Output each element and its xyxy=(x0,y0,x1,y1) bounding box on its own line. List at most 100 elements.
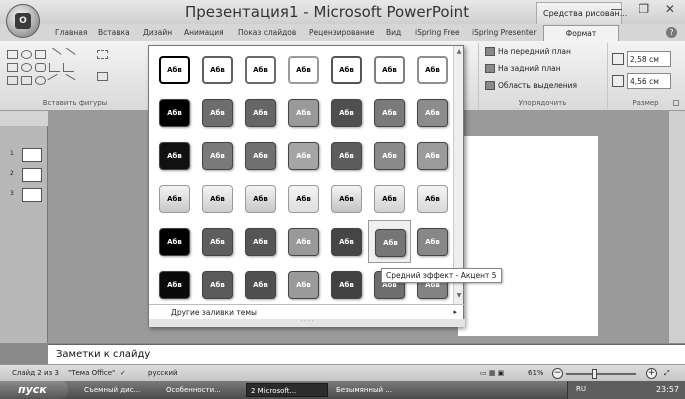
freeform-shape-icon[interactable] xyxy=(61,73,76,88)
vertical-scrollbar[interactable] xyxy=(668,111,685,343)
curve-shape-icon[interactable] xyxy=(47,73,62,88)
selection-pane-button[interactable]: Область выделения xyxy=(485,81,577,90)
style-swatch-cell[interactable]: Абв xyxy=(411,91,454,134)
bring-front-button[interactable]: На передний план xyxy=(485,47,571,56)
circle-shape-icon[interactable] xyxy=(35,76,46,85)
spellcheck-icon[interactable]: ✓ xyxy=(120,369,126,377)
style-swatch-cell[interactable]: Абв xyxy=(282,177,325,220)
taskbar-item[interactable]: Безымянный ... xyxy=(332,383,410,397)
style-swatch-cell[interactable]: Абв xyxy=(282,263,325,306)
style-swatch-cell[interactable]: Абв xyxy=(196,177,239,220)
slide-thumbnail[interactable] xyxy=(22,188,42,202)
size-dialog-launcher-icon[interactable] xyxy=(673,100,679,106)
taskbar-item[interactable]: Особенности... xyxy=(162,383,240,397)
view-buttons[interactable]: ▭ ▦ ▣ xyxy=(480,369,504,377)
style-swatch-cell[interactable]: Абв xyxy=(153,263,196,306)
tab-format[interactable]: Формат xyxy=(543,25,619,41)
zoom-slider[interactable] xyxy=(566,373,636,375)
style-swatch-cell[interactable]: Абв xyxy=(239,91,282,134)
style-swatch-cell[interactable]: Абв xyxy=(368,91,411,134)
window-controls[interactable]: — ❐ ✕ xyxy=(611,2,681,16)
style-swatch-cell[interactable]: Абв xyxy=(239,177,282,220)
tab-view[interactable]: Вид xyxy=(386,28,401,37)
line-shape-icon[interactable] xyxy=(47,47,62,62)
more-fills-menu-item[interactable]: Другие заливки темы ▸ xyxy=(149,304,465,319)
style-swatch-cell[interactable]: Абв xyxy=(282,134,325,177)
help-icon[interactable]: ? xyxy=(666,27,677,38)
tab-insert[interactable]: Вставка xyxy=(98,28,130,37)
fit-slide-icon[interactable]: ⤢ xyxy=(664,369,670,378)
zoom-slider-thumb[interactable] xyxy=(592,369,597,379)
style-swatch-cell[interactable]: Абв xyxy=(368,134,411,177)
style-swatch-cell[interactable]: Абв xyxy=(153,91,196,134)
scroll-up-icon[interactable]: ▲ xyxy=(454,48,464,58)
tab-review[interactable]: Рецензирование xyxy=(309,28,374,37)
style-swatch-cell[interactable]: Абв xyxy=(153,48,196,91)
tab-design[interactable]: Дизайн xyxy=(143,28,172,37)
style-swatch-cell[interactable]: Абв xyxy=(411,220,454,263)
style-swatch-cell[interactable]: Абв xyxy=(411,48,454,91)
zoom-in-icon[interactable]: + xyxy=(646,368,657,379)
current-slide[interactable] xyxy=(458,136,598,336)
style-swatch-cell[interactable]: Абв xyxy=(368,177,411,220)
style-swatch-cell[interactable]: Абв xyxy=(325,177,368,220)
style-swatch-cell[interactable]: Абв xyxy=(153,220,196,263)
style-swatch-cell[interactable]: Абв xyxy=(282,220,325,263)
text-box-icon[interactable] xyxy=(97,72,108,81)
zoom-out-icon[interactable]: − xyxy=(552,368,563,379)
taskbar-item[interactable]: Съемный дис... xyxy=(80,383,158,397)
style-swatch-cell[interactable]: Абв xyxy=(282,48,325,91)
style-swatch-cell[interactable]: Абв xyxy=(325,263,368,306)
style-swatch-cell[interactable]: Абв xyxy=(282,91,325,134)
gallery-scrollbar[interactable]: ▲ ▼ xyxy=(453,46,463,304)
arrow-down-shape-icon[interactable] xyxy=(21,76,32,85)
style-swatch-cell[interactable]: Абв xyxy=(196,220,239,263)
resize-grip-icon[interactable]: · · · · xyxy=(149,319,465,327)
style-swatch-cell[interactable]: Абв xyxy=(239,220,282,263)
style-swatch-cell[interactable]: Абв xyxy=(411,177,454,220)
connector-shape-icon[interactable] xyxy=(49,63,60,72)
width-input[interactable]: 4,56 см xyxy=(627,73,671,89)
tab-slideshow[interactable]: Показ слайдов xyxy=(238,28,296,37)
style-swatch-cell[interactable]: Абв xyxy=(196,263,239,306)
notes-pane[interactable]: Заметки к слайду xyxy=(48,344,685,364)
send-back-button[interactable]: На задний план xyxy=(485,64,561,73)
start-button[interactable]: пуск xyxy=(0,381,68,399)
style-swatch-cell[interactable]: Абв xyxy=(325,91,368,134)
style-swatch-cell[interactable]: Абв xyxy=(368,220,411,263)
tab-ispring-free[interactable]: iSpring Free xyxy=(415,28,460,37)
edit-shape-icon[interactable] xyxy=(97,50,108,59)
style-swatch-cell[interactable]: Абв xyxy=(368,48,411,91)
height-input[interactable]: 2,58 см xyxy=(627,51,671,67)
style-swatch-cell[interactable]: Абв xyxy=(153,177,196,220)
language[interactable]: русский xyxy=(148,369,178,377)
style-swatch-cell[interactable]: Абв xyxy=(196,48,239,91)
style-swatch-cell[interactable]: Абв xyxy=(325,134,368,177)
style-swatch-cell[interactable]: Абв xyxy=(196,91,239,134)
style-swatch-cell[interactable]: Абв xyxy=(325,48,368,91)
style-swatch-cell[interactable]: Абв xyxy=(196,134,239,177)
arrow-shape-icon[interactable] xyxy=(61,47,76,62)
office-button[interactable]: O xyxy=(6,4,40,38)
style-swatch-cell[interactable]: Абв xyxy=(411,134,454,177)
shapes-gallery[interactable] xyxy=(7,46,115,92)
textbox-shape-icon[interactable] xyxy=(35,50,46,59)
rectangle2-shape-icon[interactable] xyxy=(7,63,18,72)
drawing-tools-context-tab[interactable]: Средства рисован... xyxy=(536,2,627,24)
slide-thumbnail[interactable] xyxy=(22,168,42,182)
oval2-shape-icon[interactable] xyxy=(21,63,32,72)
arrow-right-shape-icon[interactable] xyxy=(7,76,18,85)
tab-animation[interactable]: Анимация xyxy=(184,28,224,37)
taskbar-item-active[interactable]: 2 Microsoft... xyxy=(246,383,328,397)
style-swatch-cell[interactable]: Абв xyxy=(153,134,196,177)
style-swatch-cell[interactable]: Абв xyxy=(239,134,282,177)
zoom-level[interactable]: 61% xyxy=(528,369,544,377)
style-swatch-cell[interactable]: Абв xyxy=(239,48,282,91)
tab-ispring-presenter[interactable]: iSpring Presenter xyxy=(472,28,537,37)
slide-thumbnail[interactable] xyxy=(22,148,42,162)
scroll-down-icon[interactable]: ▼ xyxy=(454,292,464,302)
elbow-shape-icon[interactable] xyxy=(63,63,74,72)
style-swatch-cell[interactable]: Абв xyxy=(239,263,282,306)
rectangle-shape-icon[interactable] xyxy=(7,50,18,59)
rounded-rect-shape-icon[interactable] xyxy=(35,63,46,72)
